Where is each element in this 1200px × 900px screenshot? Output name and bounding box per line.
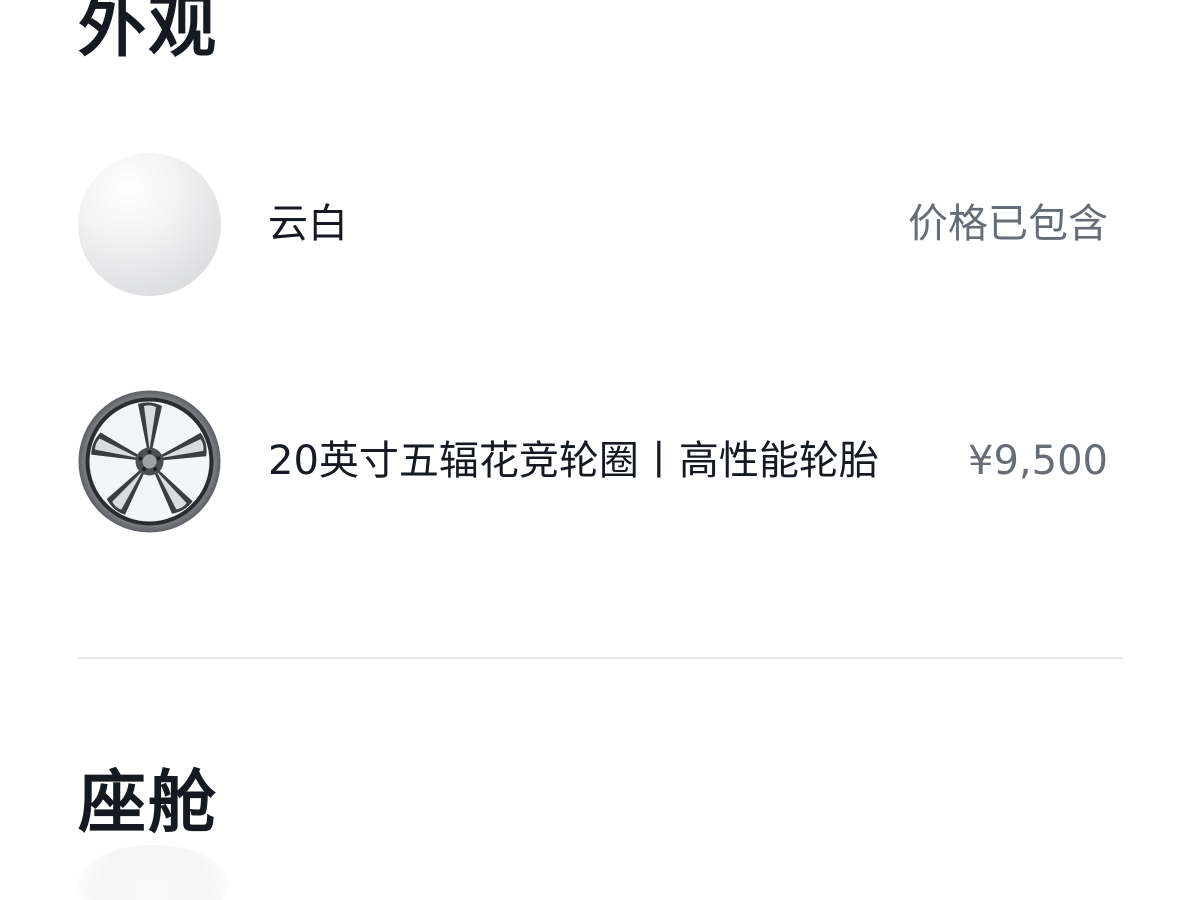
- option-name: 20英寸五辐花竞轮圈丨高性能轮胎: [268, 438, 879, 484]
- section-title-cabin: 座舱: [78, 764, 219, 843]
- option-price: 价格已包含: [908, 201, 1108, 247]
- paint-swatch-icon: [78, 152, 221, 296]
- wheel-rim-icon: [78, 390, 221, 533]
- option-row-paint[interactable]: 云白 价格已包含: [78, 152, 1108, 296]
- section-title-exterior: 外观: [78, 0, 219, 67]
- section-divider: [78, 657, 1123, 659]
- option-row-wheel[interactable]: 20英寸五辐花竞轮圈丨高性能轮胎 ¥9,500: [78, 389, 1108, 533]
- option-name: 云白: [268, 201, 348, 247]
- cabin-option-thumb-icon: [78, 845, 228, 900]
- option-price: ¥9,500: [968, 438, 1108, 484]
